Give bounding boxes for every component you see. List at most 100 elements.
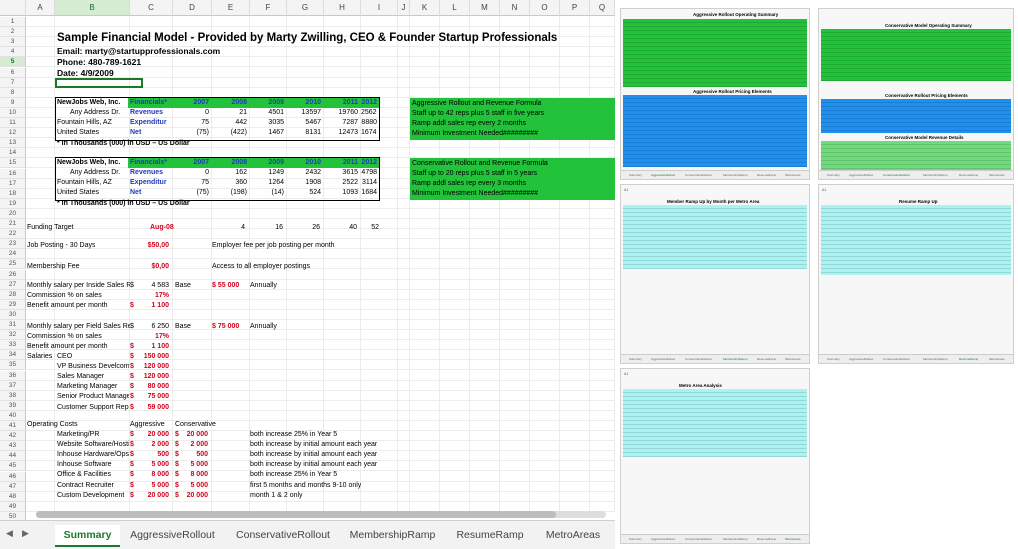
row-header[interactable]: 11 (0, 118, 26, 128)
row-header[interactable]: 3 (0, 37, 26, 48)
row-header[interactable]: 35 (0, 360, 26, 371)
column-header[interactable]: M (470, 0, 500, 16)
column-header[interactable]: E (212, 0, 250, 16)
row-header[interactable]: 19 (0, 198, 26, 209)
row-header[interactable]: 21 (0, 219, 26, 229)
row-header[interactable]: 24 (0, 249, 26, 260)
t1-thumb-lines (623, 19, 807, 87)
row-header[interactable]: 31 (0, 320, 26, 330)
row-header[interactable]: 4 (0, 47, 26, 58)
row-header[interactable]: 13 (0, 138, 26, 149)
row-header[interactable]: 2 (0, 27, 26, 38)
column-header[interactable]: A (26, 0, 55, 16)
column-header[interactable]: C (130, 0, 173, 16)
row-header[interactable]: 14 (0, 148, 26, 159)
row-header[interactable]: 20 (0, 208, 26, 219)
opcost-note: month 1 & 2 only (250, 491, 303, 499)
row-header[interactable]: 25 (0, 259, 26, 270)
row-header[interactable]: 15 (0, 158, 26, 169)
tab-prev-icon[interactable]: ◀ (6, 528, 13, 539)
t3-thumb-tabs: Summary AggressiveRollout ConservativeRo… (621, 354, 809, 363)
t1-value: 4501 (268, 109, 284, 116)
row-header[interactable]: 39 (0, 400, 26, 411)
inside-cur: $ (130, 282, 134, 289)
row-header[interactable]: 5 (0, 57, 26, 68)
row-header[interactable]: 43 (0, 441, 26, 452)
column-header[interactable]: J (398, 0, 410, 16)
tab-summary[interactable]: Summary (55, 525, 120, 547)
row-header[interactable]: 12 (0, 128, 26, 139)
row-header[interactable]: 36 (0, 370, 26, 381)
tab-membership-ramp[interactable]: MembershipRamp (345, 525, 440, 545)
row-header[interactable]: 29 (0, 299, 26, 310)
tab-resume-ramp[interactable]: ResumeRamp (450, 525, 530, 545)
row-header[interactable]: 32 (0, 330, 26, 341)
row-header[interactable]: 46 (0, 471, 26, 482)
row-header[interactable]: 30 (0, 309, 26, 320)
row-header[interactable]: 49 (0, 501, 26, 512)
row-header[interactable]: 27 (0, 279, 26, 290)
opcost-note: first 5 months and months 9-10 only (250, 481, 362, 489)
row-header[interactable]: 22 (0, 229, 26, 240)
row-header[interactable]: 10 (0, 107, 26, 118)
row-header[interactable]: 44 (0, 451, 26, 462)
thumbnail-membership-ramp[interactable]: A1 Member Ramp Up by Month per Metro Are… (620, 184, 810, 364)
row-header[interactable]: 34 (0, 350, 26, 361)
row-header[interactable]: 47 (0, 481, 26, 492)
spreadsheet-main[interactable]: ABCDEFGHIJKLMNOPQ 1 2 3 4 5 6 7 8 9 10 11 12 13 14 15 1… (0, 0, 615, 549)
t1-note: * In Thousands (000) in USD – US Dollar (57, 140, 190, 147)
tab-metro-areas[interactable]: MetroAreas (538, 525, 608, 545)
tab-next-icon[interactable]: ▶ (22, 528, 29, 539)
row-header[interactable]: 9 (0, 97, 26, 108)
row-header[interactable]: 17 (0, 178, 26, 189)
column-header[interactable]: D (173, 0, 212, 16)
row-header[interactable]: 23 (0, 239, 26, 250)
column-header[interactable]: B (55, 0, 130, 16)
row-header[interactable]: 40 (0, 410, 26, 421)
row-header[interactable]: 42 (0, 431, 26, 442)
column-header[interactable]: O (530, 0, 560, 16)
column-header[interactable]: L (440, 0, 470, 16)
row-header[interactable]: 28 (0, 289, 26, 300)
row-header[interactable]: 26 (0, 269, 26, 280)
row-header[interactable]: 48 (0, 491, 26, 502)
row-header[interactable]: 38 (0, 390, 26, 401)
column-header[interactable]: Q (590, 0, 615, 16)
column-header[interactable]: N (500, 0, 530, 16)
t1-thumb-lines2 (623, 95, 807, 167)
t2-note: * In Thousands (000) in USD – US Dollar (57, 200, 190, 207)
salary-role: Senior Product Manages (57, 393, 129, 401)
tab-aggressive-rollout[interactable]: AggressiveRollout (125, 525, 220, 545)
row-header[interactable]: 33 (0, 340, 26, 351)
column-header[interactable]: P (560, 0, 590, 16)
t4-thumb-tab5: MetroAreas (989, 357, 1005, 361)
column-header[interactable]: H (324, 0, 361, 16)
selected-cell-b5[interactable] (55, 78, 143, 88)
thumbnail-aggressive-rollout[interactable]: Aggressive Rollout Operating Summary Agg… (620, 8, 810, 180)
thumbnail-conservative-rollout[interactable]: Conservative Model Operating Summary Con… (818, 8, 1014, 180)
row-header[interactable]: 8 (0, 87, 26, 98)
row-header[interactable]: 45 (0, 461, 26, 472)
t4-thumb-tab3: MembershipRamp (923, 357, 948, 361)
column-header[interactable]: F (250, 0, 287, 16)
row-header[interactable]: 18 (0, 188, 26, 199)
column-header[interactable]: G (287, 0, 324, 16)
row-header[interactable]: 16 (0, 168, 26, 179)
select-all-corner[interactable] (0, 0, 26, 16)
row-header[interactable]: 1 (0, 17, 26, 27)
row-header[interactable]: 37 (0, 380, 26, 391)
tab-conservative-rollout[interactable]: ConservativeRollout (228, 525, 338, 545)
horizontal-scrollbar-thumb[interactable] (36, 511, 556, 518)
row-header[interactable]: 7 (0, 77, 26, 88)
t2-thumb-tab2: ConservativeRollout (883, 173, 910, 177)
row-header[interactable]: 6 (0, 67, 26, 78)
thumbnail-resume-ramp[interactable]: A1 Resume Ramp Up Summary AggressiveRoll… (818, 184, 1014, 364)
column-header[interactable]: I (361, 0, 398, 16)
salary-cur: $ (130, 403, 134, 411)
gridline-vertical (559, 16, 560, 511)
thumbnail-metro-areas[interactable]: A1 Metro Area Analysis Summary Aggressiv… (620, 368, 810, 544)
opcost-name: Contract Recruiter (57, 481, 114, 489)
column-header[interactable]: K (410, 0, 440, 16)
row-header[interactable]: 41 (0, 421, 26, 431)
salary-value: 120 000 (143, 373, 169, 381)
